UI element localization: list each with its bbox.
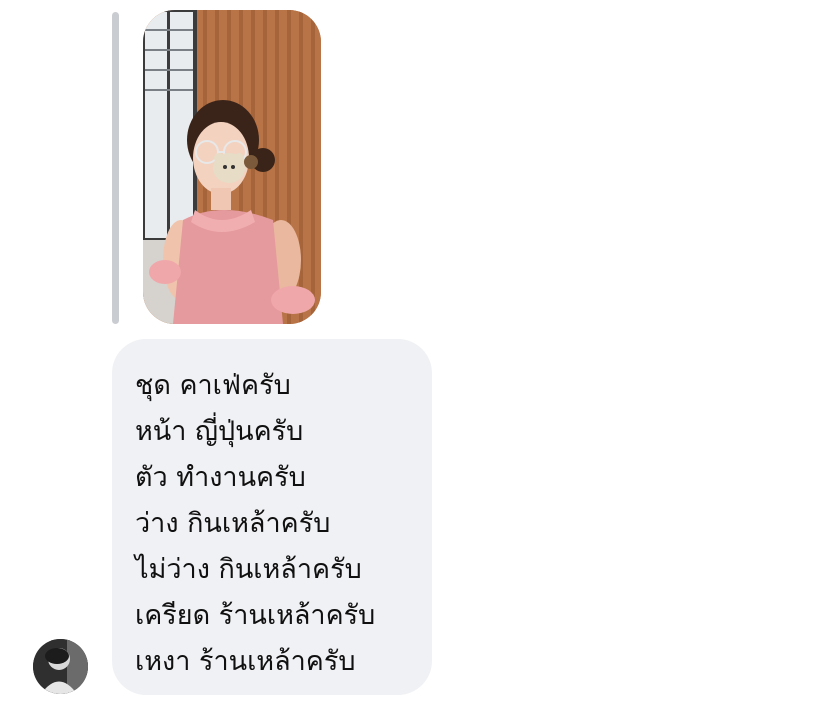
message-line: เหงา ร้านเหล้าครับ (135, 646, 356, 677)
photo-illustration (143, 10, 321, 324)
reply-quote-bar (112, 12, 119, 324)
sender-avatar[interactable] (33, 639, 88, 694)
message-line: ไม่ว่าง กินเหล้าครับ (135, 554, 362, 585)
photo-attachment[interactable] (143, 10, 321, 324)
message-line: ว่าง กินเหล้าครับ (135, 508, 331, 539)
message-line: ตัว ทำงานครับ (135, 462, 306, 493)
avatar-photo-icon (33, 639, 88, 694)
chat-thread: ชุด คาเฟ่ครับ หน้า ญี่ปุ่นครับ ตัว ทำงาน… (0, 0, 827, 710)
message-line: หน้า ญี่ปุ่นครับ (135, 416, 304, 447)
message-line: เครียด ร้านเหล้าครับ (135, 600, 376, 631)
message-bubble[interactable]: ชุด คาเฟ่ครับ หน้า ญี่ปุ่นครับ ตัว ทำงาน… (112, 339, 432, 695)
message-line: ชุด คาเฟ่ครับ (135, 370, 291, 401)
